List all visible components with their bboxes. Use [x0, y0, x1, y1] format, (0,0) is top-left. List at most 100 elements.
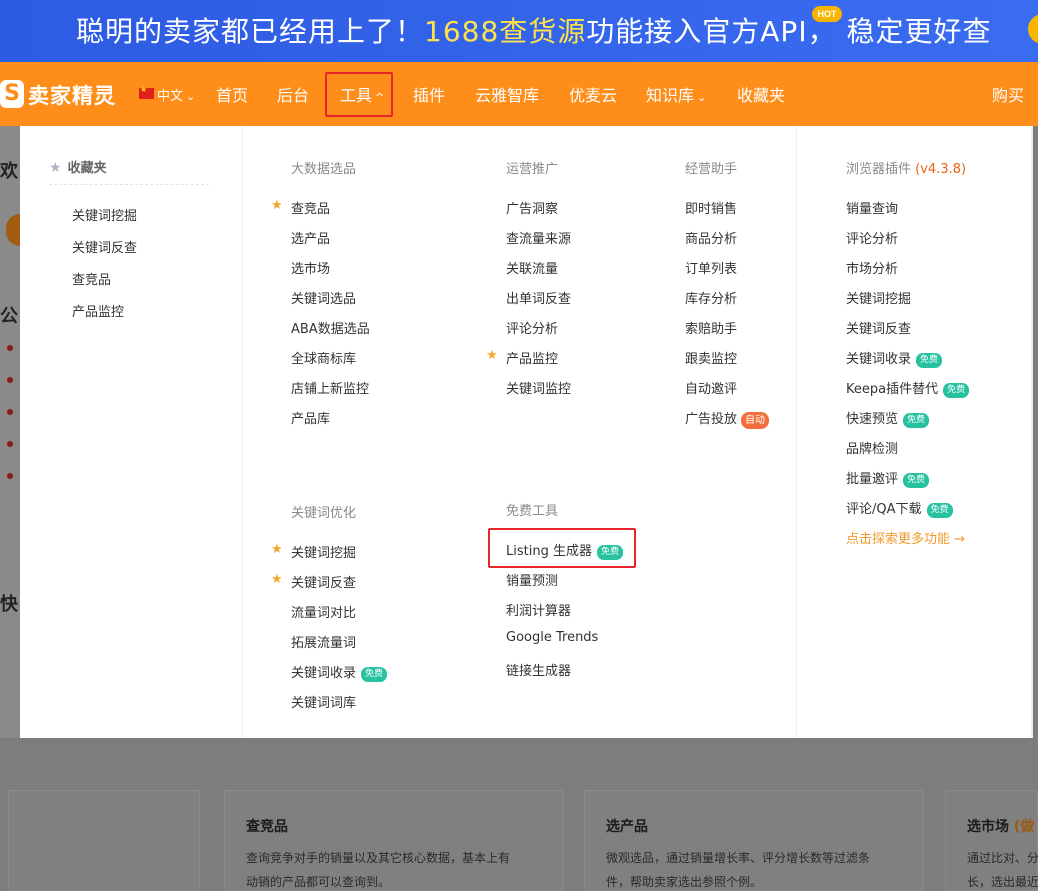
bg-welcome-text: 欢 — [0, 161, 18, 182]
auto-badge: 自动 — [741, 412, 770, 429]
menu-item[interactable]: 店铺上新监控 — [291, 378, 369, 397]
bg-card-desc: 通过比对、分 — [967, 851, 1038, 865]
menu-item[interactable]: 快速预览 免费 — [846, 408, 930, 428]
menu-item[interactable]: 关联流量 — [506, 258, 558, 277]
menu-item[interactable]: ★ 关键词挖掘 — [271, 542, 356, 561]
nav-knowledge[interactable]: 知识库 ⌄ — [646, 82, 706, 106]
divider — [49, 184, 209, 185]
menu-item[interactable]: ABA数据选品 — [291, 318, 370, 337]
section-title-assistant: 经营助手 — [685, 162, 738, 177]
free-badge: 免费 — [916, 353, 943, 368]
menu-item[interactable]: 出单词反查 — [506, 288, 571, 307]
banner-highlight: 1688查货源 — [424, 15, 587, 48]
hot-badge: HOT — [812, 6, 842, 22]
section-title-plugin: 浏览器插件 (v4.3.8) — [846, 162, 967, 177]
menu-item[interactable]: 关键词监控 — [506, 378, 571, 397]
bg-bullet — [7, 409, 13, 415]
menu-item[interactable]: 销量查询 — [846, 198, 898, 217]
menu-item[interactable]: 关键词词库 — [291, 692, 356, 711]
nav-youmai[interactable]: 优麦云 — [569, 82, 617, 106]
free-badge: 免费 — [903, 473, 930, 488]
language-select[interactable]: 中文 ⌄ — [157, 85, 195, 104]
favorite-item[interactable]: 产品监控 — [72, 301, 124, 320]
menu-item[interactable]: ★ 查竞品 — [271, 198, 330, 217]
favorite-item[interactable]: 关键词反查 — [72, 237, 137, 256]
menu-item[interactable]: ★ 关键词反查 — [271, 572, 356, 591]
bg-card-title: 选产品 — [606, 819, 648, 835]
menu-item[interactable]: 关键词挖掘 — [846, 288, 911, 307]
star-icon: ★ — [486, 348, 498, 363]
menu-item[interactable]: Google Trends — [506, 630, 598, 645]
free-badge: 免费 — [361, 667, 388, 682]
bg-card-desc: 件，帮助卖家选出参照个例。 — [606, 875, 763, 889]
menu-item[interactable]: 市场分析 — [846, 258, 898, 277]
menu-item[interactable]: 评论分析 — [506, 318, 558, 337]
tools-dropdown-menu: ★ 收藏夹 关键词挖掘 关键词反查 查竞品 产品监控 大数据选品 ★ 查竞品 选产品… — [20, 126, 1033, 738]
menu-item[interactable]: 跟卖监控 — [685, 348, 737, 367]
free-badge: 免费 — [926, 503, 953, 518]
menu-item[interactable]: 批量邀评 免费 — [846, 468, 930, 488]
menu-item[interactable]: 评论分析 — [846, 228, 898, 247]
menu-item[interactable]: 产品库 — [291, 408, 330, 427]
menu-item[interactable]: 品牌检测 — [846, 438, 898, 457]
menu-item[interactable]: 关键词选品 — [291, 288, 356, 307]
column-divider — [796, 126, 797, 738]
menu-item[interactable]: ★ 产品监控 — [486, 348, 558, 367]
menu-item[interactable]: 库存分析 — [685, 288, 737, 307]
menu-item[interactable]: 广告洞察 — [506, 198, 558, 217]
banner-text: 聪明的卖家都已经用上了！1688查货源功能接入官方API， 稳定更好查 — [76, 15, 992, 48]
china-flag-icon[interactable] — [139, 85, 154, 99]
bg-card-desc: 动销的产品都可以查询到。 — [246, 875, 391, 889]
favorites-title: ★ 收藏夹 — [49, 160, 107, 176]
menu-item[interactable]: 销量预测 — [506, 570, 558, 589]
menu-item[interactable]: 选市场 — [291, 258, 330, 277]
bg-bullet — [7, 441, 13, 447]
menu-item[interactable]: 查流量来源 — [506, 228, 571, 247]
column-divider — [1031, 126, 1033, 738]
promo-banner[interactable]: 聪明的卖家都已经用上了！1688查货源功能接入官方API， 稳定更好查 HOT — [0, 0, 1038, 62]
star-icon: ★ — [49, 160, 62, 176]
bg-card-desc: 查询竞争对手的销量以及其它核心数据，基本上有 — [246, 851, 511, 865]
menu-item[interactable]: 评论/QA下载 免费 — [846, 498, 953, 518]
menu-item[interactable]: 选产品 — [291, 228, 330, 247]
menu-item[interactable]: 关键词反查 — [846, 318, 911, 337]
nav-backend[interactable]: 后台 — [277, 82, 309, 106]
menu-item[interactable]: 链接生成器 — [506, 660, 571, 679]
menu-item[interactable]: 即时销售 — [685, 198, 737, 217]
menu-item[interactable]: 关键词收录 免费 — [846, 348, 943, 368]
menu-item[interactable]: 流量词对比 — [291, 602, 356, 621]
menu-item[interactable]: 全球商标库 — [291, 348, 356, 367]
nav-favorites[interactable]: 收藏夹 — [737, 82, 785, 106]
logo-text[interactable]: 卖家精灵 — [28, 80, 116, 110]
star-icon: ★ — [271, 198, 283, 213]
menu-item[interactable]: Keepa插件替代 免费 — [846, 378, 970, 398]
menu-item[interactable]: 索赔助手 — [685, 318, 737, 337]
nav-yunya[interactable]: 云雅智库 — [475, 82, 539, 106]
free-badge: 免费 — [943, 383, 970, 398]
star-icon: ★ — [271, 572, 283, 587]
logo-icon[interactable]: S — [0, 80, 24, 108]
section-title-free-tools: 免费工具 — [506, 504, 559, 519]
bg-card-desc: 长，选出最近 — [967, 875, 1038, 889]
section-title-ops: 运营推广 — [506, 162, 559, 177]
nav-home[interactable]: 首页 — [216, 82, 248, 106]
chevron-down-icon: ⌄ — [697, 91, 707, 104]
listing-generator-link[interactable]: Listing 生成器 免费 — [506, 540, 623, 560]
star-icon: ★ — [271, 542, 283, 557]
explore-more-link[interactable]: 点击探索更多功能 → — [846, 528, 965, 547]
chevron-down-icon: ⌄ — [186, 90, 196, 103]
menu-item[interactable]: 拓展流量词 — [291, 632, 356, 651]
menu-item[interactable]: 广告投放 自动 — [685, 408, 770, 429]
favorite-item[interactable]: 关键词挖掘 — [72, 205, 137, 224]
free-badge: 免费 — [596, 545, 623, 560]
nav-plugin[interactable]: 插件 — [413, 82, 445, 106]
favorite-item[interactable]: 查竞品 — [72, 269, 111, 288]
nav-buy[interactable]: 购买 — [992, 82, 1024, 106]
menu-item[interactable]: 关键词收录 免费 — [291, 662, 388, 682]
menu-item[interactable]: 自动邀评 — [685, 378, 737, 397]
menu-item[interactable]: 利润计算器 — [506, 600, 571, 619]
bg-card-empty — [8, 790, 200, 891]
free-badge: 免费 — [903, 413, 930, 428]
menu-item[interactable]: 订单列表 — [685, 258, 737, 277]
menu-item[interactable]: 商品分析 — [685, 228, 737, 247]
